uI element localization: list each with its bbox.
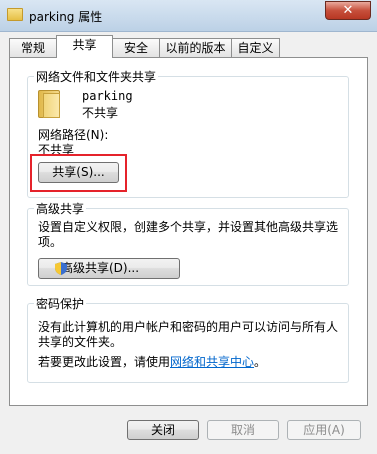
change-suffix: 。 (254, 355, 267, 369)
password-protection-group-title: 密码保护 (34, 295, 87, 312)
password-protection-change-text: 若要更改此设置，请使用网络和共享中心。 (38, 353, 266, 370)
tab-security[interactable]: 安全 (112, 38, 160, 57)
advanced-sharing-description-line1: 设置自定义权限，创建多个共享，并设置其他高级共享选 (38, 220, 339, 234)
change-prefix: 若要更改此设置，请使用 (38, 355, 171, 369)
share-status: 不共享 (82, 106, 119, 120)
uac-shield-icon (55, 262, 67, 275)
advanced-sharing-button-label: 高级共享(D)... (61, 261, 140, 275)
title-bar[interactable]: parking 属性 ✕ (0, 0, 377, 32)
folder-name: parking (82, 89, 133, 103)
folder-icon (38, 90, 60, 118)
cancel-button[interactable]: 取消 (207, 420, 279, 440)
advanced-sharing-button[interactable]: 高级共享(D)... (38, 258, 180, 279)
tab-customize[interactable]: 自定义 (231, 38, 280, 57)
advanced-sharing-group-title: 高级共享 (34, 200, 87, 217)
window-title: parking 属性 (29, 10, 103, 24)
folder-icon (7, 8, 23, 21)
apply-button[interactable]: 应用(A) (287, 420, 361, 440)
password-protection-line2: 共享的文件夹。 (38, 335, 123, 349)
advanced-sharing-description-line2: 项。 (38, 235, 63, 249)
network-sharing-center-link[interactable]: 网络和共享中心 (170, 355, 254, 369)
tab-general[interactable]: 常规 (9, 38, 57, 57)
share-button[interactable]: 共享(S)... (38, 162, 119, 183)
network-sharing-group-title: 网络文件和文件夹共享 (34, 68, 159, 85)
tab-sharing[interactable]: 共享 (56, 35, 113, 58)
window-close-button[interactable]: ✕ (325, 1, 371, 20)
tab-previous-versions[interactable]: 以前的版本 (159, 38, 232, 57)
close-button[interactable]: 关闭 (127, 420, 199, 440)
